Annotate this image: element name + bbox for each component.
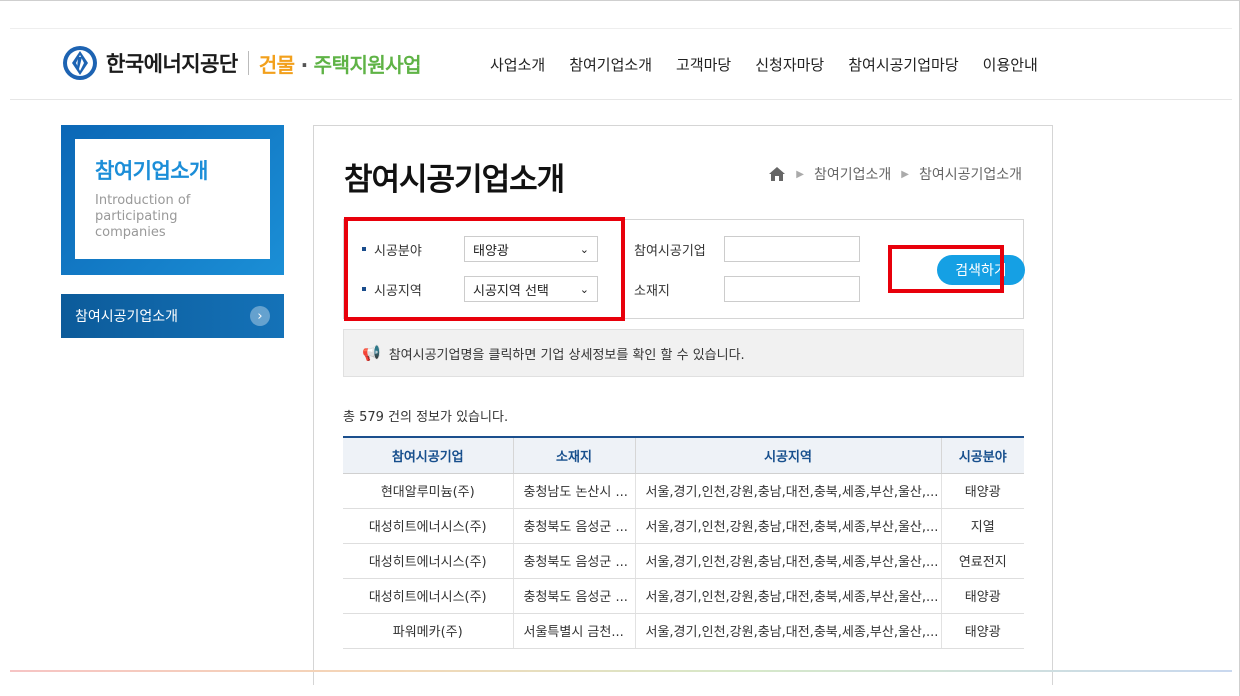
page-title: 참여시공기업소개 [344, 162, 565, 198]
breadcrumb-item-companies[interactable]: 참여기업소개 [814, 164, 891, 184]
table-row: 대성히트에너시스(주) 충청북도 음성군 ... 서울,경기,인천,강원,충남,… [343, 578, 1024, 614]
chevron-right-icon: › [250, 306, 270, 326]
logo-divider [247, 51, 249, 75]
company-link[interactable]: 대성히트에너시스(주) [343, 508, 513, 544]
megaphone-icon: 📢 [362, 344, 381, 362]
region-cell: 서울,경기,인천,강원,충남,대전,충북,세종,부산,울산,... [634, 473, 941, 509]
col-location: 소재지 [512, 436, 635, 474]
company-link[interactable]: 대성히트에너시스(주) [343, 578, 513, 614]
sidebar-item-label: 참여시공기업소개 [75, 309, 179, 325]
table-row: 파워메카(주) 서울특별시 금천... 서울,경기,인천,강원,충남,대전,충북… [343, 613, 1024, 649]
company-link[interactable]: 파워메카(주) [343, 613, 513, 649]
nav-participating-companies[interactable]: 참여기업소개 [569, 54, 652, 75]
location-cell: 충청북도 음성군 ... [512, 543, 635, 579]
site-logo[interactable]: 한국에너지공단 건물 · 주택지원사업 [62, 43, 422, 83]
region-cell: 서울,경기,인천,강원,충남,대전,충북,세종,부산,울산,... [634, 508, 941, 544]
nav-guide[interactable]: 이용안내 [983, 54, 1038, 75]
company-link[interactable]: 현대알루미늄(주) [343, 473, 513, 509]
field-cell: 연료전지 [940, 543, 1024, 579]
program-name: 건물 · 주택지원사업 [258, 49, 422, 78]
region-cell: 서울,경기,인천,강원,충남,대전,충북,세종,부산,울산,... [634, 543, 941, 579]
breadcrumb: ▶ 참여기업소개 ▶ 참여시공기업소개 [768, 164, 1022, 184]
highlight-box-search-button [888, 245, 1004, 293]
nav-business-intro[interactable]: 사업소개 [490, 54, 545, 75]
sidebar-title-box: 참여기업소개 Introduction of participating com… [61, 125, 284, 275]
program-name-dot: · [300, 52, 309, 77]
company-link[interactable]: 대성히트에너시스(주) [343, 543, 513, 579]
total-count: 총 579 건의 정보가 있습니다. [343, 410, 509, 425]
notice-text: 참여시공기업명을 클릭하면 기업 상세정보를 확인 할 수 있습니다. [388, 347, 745, 363]
location-cell: 충청남도 논산시 ... [512, 473, 635, 509]
site-header: 한국에너지공단 건물 · 주택지원사업 사업소개 참여기업소개 고객마당 신청자마당… [10, 28, 1232, 100]
home-icon[interactable] [768, 166, 786, 182]
org-name: 한국에너지공단 [106, 52, 238, 76]
footer-divider [10, 670, 1232, 672]
col-field: 시공분야 [940, 436, 1024, 474]
search-row-company: 참여시공기업 [634, 236, 860, 262]
nav-customer[interactable]: 고객마당 [676, 54, 731, 75]
col-region: 시공지역 [634, 436, 941, 474]
sidebar-title-card: 참여기업소개 Introduction of participating com… [75, 139, 270, 259]
highlight-box-filters [344, 217, 625, 321]
col-company: 참여시공기업 [343, 436, 513, 474]
company-input[interactable] [724, 236, 860, 262]
table-header-row: 참여시공기업 소재지 시공지역 시공분야 [343, 436, 1024, 474]
program-name-part-b: 주택지원사업 [313, 52, 422, 77]
location-cell: 충청북도 음성군 ... [512, 508, 635, 544]
search-row-location: 소재지 [634, 276, 860, 302]
company-label: 참여시공기업 [634, 243, 706, 259]
sidebar-title: 참여기업소개 [95, 159, 208, 183]
region-cell: 서울,경기,인천,강원,충남,대전,충북,세종,부산,울산,... [634, 578, 941, 614]
table-row: 대성히트에너시스(주) 충청북도 음성군 ... 서울,경기,인천,강원,충남,… [343, 543, 1024, 579]
sidebar-subtitle: Introduction of participating companies [95, 193, 191, 240]
notice-banner: 📢 참여시공기업명을 클릭하면 기업 상세정보를 확인 할 수 있습니다. [343, 329, 1024, 377]
breadcrumb-item-current: 참여시공기업소개 [918, 167, 1022, 183]
breadcrumb-separator-icon: ▶ [901, 168, 909, 180]
nav-applicant[interactable]: 신청자마당 [755, 54, 824, 75]
company-table: 참여시공기업 소재지 시공지역 시공분야 현대알루미늄(주) 충청남도 논산시 … [343, 436, 1024, 649]
energy-agency-logo-icon [63, 46, 97, 80]
field-cell: 태양광 [940, 578, 1024, 614]
window-frame-top [0, 0, 1240, 1]
field-cell: 태양광 [940, 613, 1024, 649]
region-cell: 서울,경기,인천,강원,충남,대전,충북,세종,부산,울산,... [634, 613, 941, 649]
content-panel: 참여시공기업소개 ▶ 참여기업소개 ▶ 참여시공기업소개 시공분야 태양광 ⌄ … [313, 125, 1053, 685]
table-row: 현대알루미늄(주) 충청남도 논산시 ... 서울,경기,인천,강원,충남,대전… [343, 473, 1024, 509]
table-row: 대성히트에너시스(주) 충청북도 음성군 ... 서울,경기,인천,강원,충남,… [343, 508, 1024, 544]
location-label: 소재지 [634, 283, 670, 299]
program-name-part-a: 건물 [258, 52, 295, 77]
breadcrumb-separator-icon: ▶ [796, 168, 804, 180]
field-cell: 지열 [940, 508, 1024, 544]
location-input[interactable] [724, 276, 860, 302]
location-cell: 서울특별시 금천... [512, 613, 635, 649]
location-cell: 충청북도 음성군 ... [512, 578, 635, 614]
field-cell: 태양광 [940, 473, 1024, 509]
sidebar-item-contractor-intro[interactable]: 참여시공기업소개 › [61, 294, 284, 338]
nav-contractor[interactable]: 참여시공기업마당 [848, 54, 958, 75]
main-nav: 사업소개 참여기업소개 고객마당 신청자마당 참여시공기업마당 이용안내 [490, 29, 1062, 99]
